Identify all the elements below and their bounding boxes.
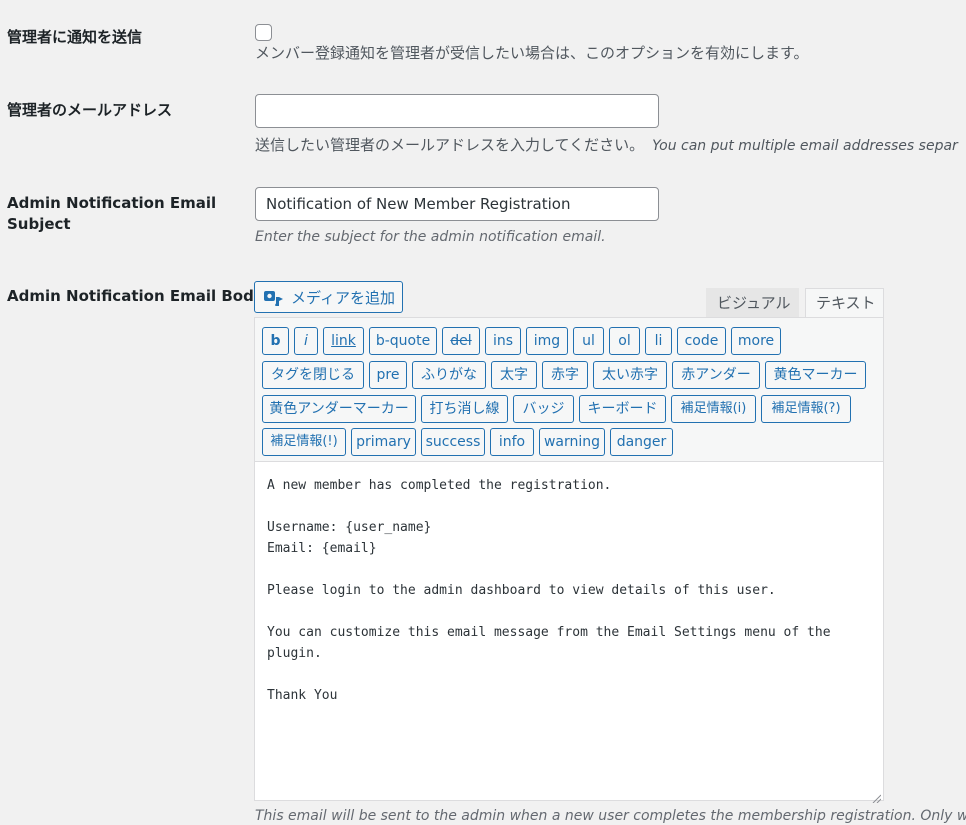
qt-button-red[interactable]: 赤字 — [542, 361, 588, 389]
email-subject-description: Enter the subject for the admin notifica… — [255, 229, 606, 245]
qt-button-close-tags[interactable]: タグを閉じる — [262, 361, 364, 389]
qt-button-more[interactable]: more — [731, 327, 781, 355]
qt-button-code[interactable]: code — [677, 327, 726, 355]
email-body-editor: b i link b-quote del ins img ul ol li co… — [254, 317, 884, 804]
qt-button-yellow-marker[interactable]: 黄色マーカー — [765, 361, 866, 389]
qt-button-ins[interactable]: ins — [485, 327, 521, 355]
notify-admin-checkbox[interactable] — [255, 24, 272, 41]
settings-page: 管理者に通知を送信 メンバー登録通知を管理者が受信したい場合は、このオプションを… — [0, 0, 966, 825]
notify-admin-description: メンバー登録通知を管理者が受信したい場合は、このオプションを有効にします。 — [255, 44, 809, 62]
admin-email-input[interactable] — [255, 94, 659, 128]
qt-button-img[interactable]: img — [526, 327, 568, 355]
qt-button-primary[interactable]: primary — [351, 428, 416, 456]
qt-button-b[interactable]: b — [262, 327, 289, 355]
admin-email-label: 管理者のメールアドレス — [7, 101, 173, 119]
tab-visual[interactable]: ビジュアル — [706, 288, 799, 318]
qt-button-badge[interactable]: バッジ — [513, 395, 574, 423]
qt-button-ul[interactable]: ul — [573, 327, 604, 355]
admin-email-description-en: You can put multiple email addresses sep… — [652, 138, 958, 154]
email-body-textarea[interactable]: A new member has completed the registrat… — [267, 475, 867, 706]
qt-button-ol[interactable]: ol — [609, 327, 640, 355]
qt-button-yellow-underline-marker[interactable]: 黄色アンダーマーカー — [262, 395, 416, 423]
email-body-description: This email will be sent to the admin whe… — [255, 808, 966, 824]
qt-button-li[interactable]: li — [645, 327, 672, 355]
email-subject-label: Admin Notification Email Subject — [7, 194, 217, 233]
qt-button-red-underline[interactable]: 赤アンダー — [672, 361, 760, 389]
quicktags-toolbar: b i link b-quote del ins img ul ol li co… — [255, 318, 883, 462]
qt-button-keyboard[interactable]: キーボード — [579, 395, 666, 423]
qt-button-info-exclamation[interactable]: 補足情報(!) — [262, 428, 346, 456]
resize-grip-icon[interactable] — [871, 788, 882, 804]
qt-button-bold-jp[interactable]: 太字 — [491, 361, 537, 389]
qt-button-success[interactable]: success — [421, 428, 485, 456]
add-media-button[interactable]: メディアを追加 — [254, 281, 403, 313]
qt-button-del[interactable]: del — [442, 327, 480, 355]
qt-button-bold-red[interactable]: 太い赤字 — [593, 361, 667, 389]
qt-button-info-i[interactable]: 補足情報(i) — [671, 395, 756, 423]
qt-button-danger[interactable]: danger — [610, 428, 673, 456]
email-body-label: Admin Notification Email Body — [7, 287, 264, 305]
qt-button-info-question[interactable]: 補足情報(?) — [761, 395, 851, 423]
admin-email-description-jp: 送信したい管理者のメールアドレスを入力してください。 — [255, 136, 645, 154]
tab-text[interactable]: テキスト — [805, 288, 884, 318]
admin-email-description: 送信したい管理者のメールアドレスを入力してください。 You can put mu… — [255, 134, 958, 155]
add-media-icon — [263, 288, 285, 306]
qt-button-i[interactable]: i — [294, 327, 318, 355]
qt-button-info[interactable]: info — [490, 428, 534, 456]
email-subject-input[interactable]: Notification of New Member Registration — [255, 187, 659, 221]
qt-button-furigana[interactable]: ふりがな — [412, 361, 486, 389]
notify-admin-label: 管理者に通知を送信 — [7, 28, 143, 46]
qt-button-b-quote[interactable]: b-quote — [369, 327, 437, 355]
qt-button-warning[interactable]: warning — [539, 428, 605, 456]
qt-button-pre[interactable]: pre — [369, 361, 407, 389]
qt-button-link[interactable]: link — [323, 327, 364, 355]
add-media-label: メディアを追加 — [291, 288, 395, 307]
qt-button-strikethrough[interactable]: 打ち消し線 — [421, 395, 508, 423]
